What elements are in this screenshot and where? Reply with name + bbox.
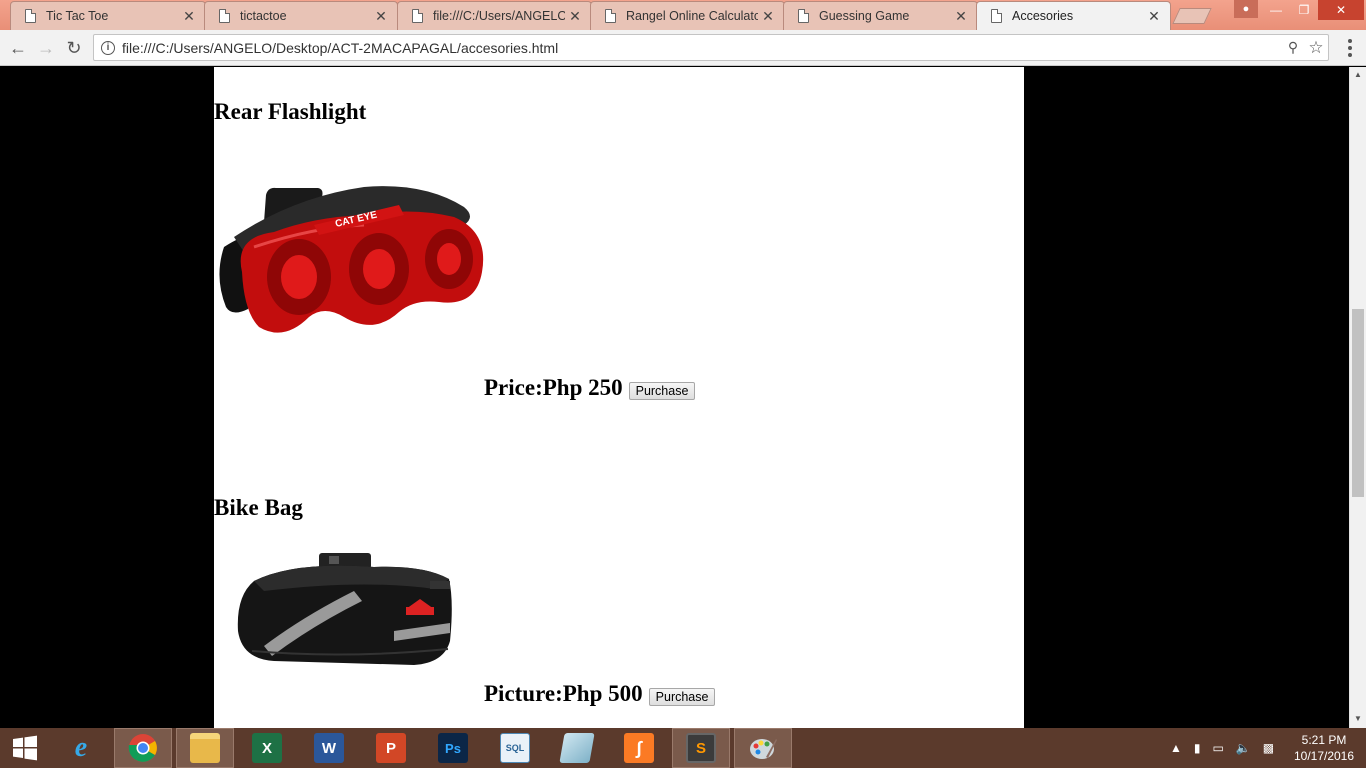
address-bar[interactable]: i file:///C:/Users/ANGELO/Desktop/ACT-2M… xyxy=(93,34,1329,61)
window-controls: — ❐ ✕ xyxy=(1262,0,1364,20)
app-generic-icon[interactable] xyxy=(548,728,606,768)
page-icon xyxy=(798,9,809,23)
photoshop-icon[interactable]: Ps xyxy=(424,728,482,768)
word-icon[interactable]: W xyxy=(300,728,358,768)
forward-arrow-icon[interactable]: → xyxy=(34,37,58,59)
clock-time: 5:21 PM xyxy=(1301,733,1347,747)
minimize-icon[interactable]: — xyxy=(1262,0,1290,20)
url-text: file:///C:/Users/ANGELO/Desktop/ACT-2MAC… xyxy=(122,39,559,56)
chrome-menu-icon[interactable] xyxy=(1340,39,1360,57)
browser-toolbar: ← → ↻ i file:///C:/Users/ANGELO/Desktop/… xyxy=(0,30,1366,66)
close-icon[interactable]: ✕ xyxy=(565,8,585,25)
info-icon[interactable]: i xyxy=(101,40,115,55)
xampp-icon[interactable]: ∫ xyxy=(610,728,668,768)
tab-title: file:///C:/Users/ANGELO/ xyxy=(433,9,565,23)
close-icon[interactable]: ✕ xyxy=(179,8,199,25)
user-icon[interactable]: ● xyxy=(1234,0,1258,18)
purchase-button[interactable]: Purchase xyxy=(648,688,716,706)
close-icon[interactable]: ✕ xyxy=(371,8,391,25)
taskbar-clock[interactable]: 5:21 PM 10/17/2016 xyxy=(1288,732,1360,764)
price-row: Picture:Php 500 Purchase xyxy=(484,681,716,707)
windows-logo-icon xyxy=(13,735,37,761)
product-title: Bike Bag xyxy=(214,495,303,520)
back-arrow-icon[interactable]: ← xyxy=(6,37,30,59)
page-icon xyxy=(991,9,1002,23)
scroll-up-icon[interactable]: ▲ xyxy=(1354,70,1362,79)
tab-title: Accesories xyxy=(1012,9,1074,23)
close-icon[interactable]: ✕ xyxy=(951,8,971,25)
product-price: Picture:Php 500 xyxy=(484,681,643,706)
zoom-icon[interactable]: ⚲ xyxy=(1282,39,1304,56)
purchase-button[interactable]: Purchase xyxy=(628,382,696,400)
sublime-text-icon[interactable]: S xyxy=(672,728,730,768)
battery-icon[interactable]: ▮ xyxy=(1194,741,1201,755)
clock-date: 10/17/2016 xyxy=(1293,749,1355,763)
scroll-down-icon[interactable]: ▼ xyxy=(1354,714,1362,723)
reload-icon[interactable]: ↻ xyxy=(62,37,86,59)
page-viewport: Rear Flashlight CAT EYE Price:Php 250 Pu… xyxy=(0,67,1349,728)
tab-rangel-calculator[interactable]: Rangel Online Calculator ✕ xyxy=(590,1,785,30)
network-signal-icon[interactable]: ▩ xyxy=(1263,741,1274,755)
powerpoint-icon[interactable]: P xyxy=(362,728,420,768)
tab-tictactoe[interactable]: tictactoe ✕ xyxy=(204,1,398,30)
internet-explorer-icon[interactable]: e xyxy=(52,728,110,768)
action-center-icon[interactable]: ▭ xyxy=(1213,741,1224,755)
page-scrollbar[interactable]: ▲ ▼ xyxy=(1349,67,1366,728)
excel-icon[interactable]: X xyxy=(238,728,296,768)
volume-icon[interactable]: 🔈 xyxy=(1236,741,1251,755)
window-close-icon[interactable]: ✕ xyxy=(1318,0,1364,20)
rear-flashlight-image: CAT EYE xyxy=(219,186,484,333)
tab-title: Rangel Online Calculator xyxy=(626,9,758,23)
start-button[interactable] xyxy=(0,728,50,768)
tab-tic-tac-toe[interactable]: Tic Tac Toe ✕ xyxy=(10,1,206,30)
tab-strip: Tic Tac Toe ✕ tictactoe ✕ file:///C:/Use… xyxy=(0,0,1366,30)
new-tab-button[interactable] xyxy=(1172,8,1212,24)
chrome-icon[interactable] xyxy=(114,728,172,768)
close-icon[interactable]: ✕ xyxy=(1144,8,1164,25)
file-explorer-icon[interactable] xyxy=(176,728,234,768)
close-icon[interactable]: ✕ xyxy=(758,8,778,25)
paint-icon[interactable] xyxy=(734,728,792,768)
tab-guessing-game[interactable]: Guessing Game ✕ xyxy=(783,1,978,30)
product-price: Price:Php 250 xyxy=(484,375,623,400)
bookmark-star-icon[interactable]: ☆ xyxy=(1304,38,1328,58)
scrollbar-thumb[interactable] xyxy=(1352,309,1364,497)
system-tray: ▲ ▮ ▭ 🔈 ▩ xyxy=(1164,728,1280,768)
page-icon xyxy=(605,9,616,23)
tab-title: Tic Tac Toe xyxy=(46,9,109,23)
mysql-installer-icon[interactable]: SQL xyxy=(486,728,544,768)
bike-bag-image xyxy=(237,553,452,665)
page-content: Rear Flashlight CAT EYE Price:Php 250 Pu… xyxy=(214,67,1024,728)
tab-title: tictactoe xyxy=(240,9,287,23)
tab-file-users[interactable]: file:///C:/Users/ANGELO/ ✕ xyxy=(397,1,592,30)
price-row: Price:Php 250 Purchase xyxy=(484,375,696,401)
page-icon xyxy=(412,9,423,23)
restore-icon[interactable]: ❐ xyxy=(1290,0,1318,20)
windows-taskbar: e X W P Ps SQL ∫ S ▲ ▮ ▭ 🔈 ▩ 5:21 PM 10/… xyxy=(0,728,1366,768)
show-hidden-icons-icon[interactable]: ▲ xyxy=(1170,741,1182,755)
tab-title: Guessing Game xyxy=(819,9,910,23)
page-icon xyxy=(219,9,230,23)
tab-accesories[interactable]: Accesories ✕ xyxy=(976,1,1171,30)
page-icon xyxy=(25,9,36,23)
product-title: Rear Flashlight xyxy=(214,99,367,124)
